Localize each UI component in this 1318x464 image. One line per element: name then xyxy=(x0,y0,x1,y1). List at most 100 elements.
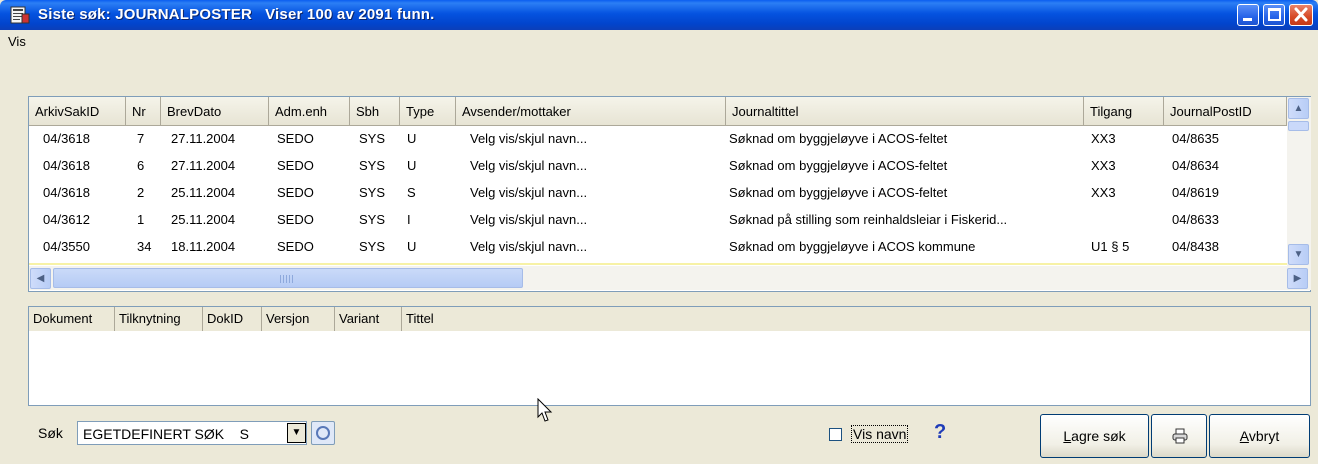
column-header-brevdato[interactable]: BrevDato xyxy=(161,97,269,126)
table-cell: 2 xyxy=(137,185,145,200)
table-cell: Velg vis/skjul navn... xyxy=(470,239,588,254)
table-cell: 04/3618 xyxy=(43,131,90,146)
column-header-admenh[interactable]: Adm.enh xyxy=(269,97,350,126)
column-header-type[interactable]: Type xyxy=(400,97,456,126)
title-bar[interactable]: Siste søk: JOURNALPOSTER Viser 100 av 20… xyxy=(0,0,1318,30)
horizontal-scrollbar[interactable]: ◀ ▶ xyxy=(29,266,1311,290)
table-cell: XX3 xyxy=(1091,185,1116,200)
table-row[interactable]: 04/3550 34 18.11.2004 SEDO SYS U Velg vis/skju… xyxy=(29,235,1287,259)
table-cell: U xyxy=(407,158,417,173)
save-search-button[interactable]: Lagre søk xyxy=(1040,414,1149,458)
column-header-sbh[interactable]: Sbh xyxy=(350,97,400,126)
table-cell: U xyxy=(407,239,417,254)
search-dropdown-button[interactable]: ▼ xyxy=(287,423,306,443)
column-header-nr[interactable]: Nr xyxy=(126,97,161,126)
table-cell: SEDO xyxy=(277,185,314,200)
table-cell: XX3 xyxy=(1091,131,1116,146)
chevron-left-icon: ◀ xyxy=(36,273,45,284)
print-button[interactable] xyxy=(1151,414,1207,458)
show-names-checkbox[interactable] xyxy=(829,428,842,441)
table-cell: S xyxy=(407,185,416,200)
documents-panel[interactable]: Dokument Tilknytning DokID Versjon Varia… xyxy=(28,306,1311,406)
app-icon xyxy=(10,6,30,24)
table-cell: Søknad på stilling som reinhaldsleiar i … xyxy=(729,212,1008,227)
table-cell: I xyxy=(407,212,411,227)
table-cell: Velg vis/skjul navn... xyxy=(470,212,588,227)
table-cell: SYS xyxy=(359,239,386,254)
table-cell: 7 xyxy=(137,131,145,146)
cancel-hotkey: A xyxy=(1239,428,1249,444)
column-header-journalpostid[interactable]: JournalPostID xyxy=(1164,97,1287,126)
table-cell: 04/8633 xyxy=(1172,212,1219,227)
table-row[interactable]: 04/3618 6 27.11.2004 SEDO SYS U Velg vis/skjul… xyxy=(29,154,1287,178)
doc-column-tilknytning[interactable]: Tilknytning xyxy=(115,307,203,331)
table-cell: SYS xyxy=(359,185,386,200)
table-cell: 25.11.2004 xyxy=(171,185,236,200)
help-icon[interactable]: ? xyxy=(934,421,946,444)
cancel-button[interactable]: Avbryt xyxy=(1209,414,1310,458)
doc-column-variant[interactable]: Variant xyxy=(335,307,402,331)
row-divider xyxy=(29,263,1287,265)
show-names-label[interactable]: Vis navn xyxy=(851,425,909,443)
chevron-right-icon: ▶ xyxy=(1293,273,1302,284)
minimize-button[interactable] xyxy=(1237,4,1259,26)
doc-column-tittel[interactable]: Tittel xyxy=(402,307,1310,331)
horizontal-scroll-thumb[interactable] xyxy=(53,268,523,288)
minimize-icon xyxy=(1243,18,1252,21)
table-row[interactable]: 04/3618 2 25.11.2004 SEDO SYS S Velg vis/skjul… xyxy=(29,181,1287,205)
search-select-value: EGETDEFINERT SØK S xyxy=(83,426,249,442)
table-cell: Velg vis/skjul navn... xyxy=(470,131,588,146)
menu-vis[interactable]: Vis xyxy=(8,34,26,49)
search-select[interactable]: EGETDEFINERT SØK S ▼ xyxy=(77,421,307,445)
vertical-scroll-thumb[interactable] xyxy=(1288,121,1309,131)
table-cell: 04/3618 xyxy=(43,185,90,200)
table-cell: SEDO xyxy=(277,239,314,254)
printer-icon xyxy=(1172,428,1188,444)
results-grid[interactable]: ArkivSakID Nr BrevDato Adm.enh Sbh Type … xyxy=(28,96,1311,292)
column-header-tilgang[interactable]: Tilgang xyxy=(1084,97,1164,126)
table-cell: U xyxy=(407,131,417,146)
table-cell: 04/3550 xyxy=(43,239,90,254)
table-row[interactable]: 04/3612 1 25.11.2004 SEDO SYS I Velg vis/skjul… xyxy=(29,208,1287,232)
chevron-down-icon: ▼ xyxy=(1293,249,1304,260)
scroll-grip-icon xyxy=(280,275,294,283)
table-cell: SEDO xyxy=(277,158,314,173)
table-cell: 04/8619 xyxy=(1172,185,1219,200)
scroll-right-button[interactable]: ▶ xyxy=(1287,268,1308,289)
maximize-button[interactable] xyxy=(1263,4,1285,26)
table-row[interactable]: 04/3618 7 27.11.2004 SEDO SYS U Velg vis/skjul… xyxy=(29,127,1287,151)
column-header-journaltittel[interactable]: Journaltittel xyxy=(726,97,1084,126)
doc-column-versjon[interactable]: Versjon xyxy=(262,307,335,331)
doc-column-dokid[interactable]: DokID xyxy=(203,307,262,331)
search-label: Søk xyxy=(38,425,63,441)
table-cell: Søknad om byggjeløyve i ACOS-feltet xyxy=(729,158,948,173)
documents-header: Dokument Tilknytning DokID Versjon Varia… xyxy=(29,307,1310,331)
column-header-avsender[interactable]: Avsender/mottaker xyxy=(456,97,726,126)
chevron-down-icon: ▼ xyxy=(291,427,302,438)
table-cell: 27.11.2004 xyxy=(171,158,236,173)
table-cell: Søknad om byggjeløyve i ACOS-feltet xyxy=(729,131,948,146)
doc-column-dokument[interactable]: Dokument xyxy=(29,307,115,331)
grid-header: ArkivSakID Nr BrevDato Adm.enh Sbh Type … xyxy=(29,97,1287,126)
run-search-button[interactable] xyxy=(311,421,335,445)
app-window: Siste søk: JOURNALPOSTER Viser 100 av 20… xyxy=(0,0,1318,464)
table-cell: XX3 xyxy=(1091,158,1116,173)
close-button[interactable] xyxy=(1289,4,1313,26)
refresh-icon xyxy=(316,426,330,440)
table-cell: 18.11.2004 xyxy=(171,239,236,254)
scroll-up-button[interactable]: ▲ xyxy=(1288,98,1309,119)
table-cell: SYS xyxy=(359,158,386,173)
window-title: Siste søk: JOURNALPOSTER Viser 100 av 20… xyxy=(38,6,435,23)
save-label: agre søk xyxy=(1071,428,1126,444)
table-cell: 25.11.2004 xyxy=(171,212,236,227)
table-cell: 1 xyxy=(137,212,145,227)
table-cell: 6 xyxy=(137,158,145,173)
table-cell: 04/3618 xyxy=(43,158,90,173)
table-cell: 34 xyxy=(137,239,152,254)
scroll-left-button[interactable]: ◀ xyxy=(30,268,51,289)
column-header-arkivsakid[interactable]: ArkivSakID xyxy=(29,97,126,126)
vertical-scrollbar[interactable]: ▲ ▼ xyxy=(1287,97,1311,266)
table-cell: SYS xyxy=(359,131,386,146)
close-icon xyxy=(1294,7,1308,22)
scroll-down-button[interactable]: ▼ xyxy=(1288,244,1309,265)
